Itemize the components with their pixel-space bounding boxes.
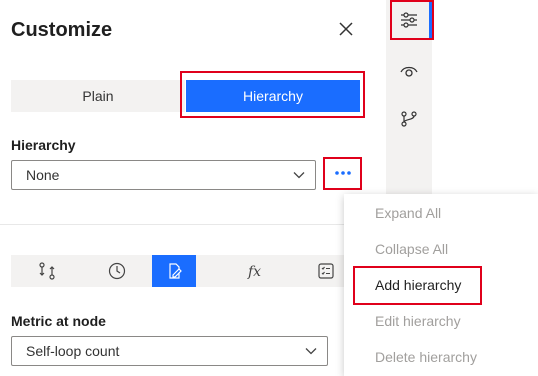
- tab-edit-document[interactable]: [152, 255, 196, 287]
- checklist-icon: [318, 263, 334, 279]
- hierarchy-label: Hierarchy: [11, 137, 76, 153]
- tab-process-swap[interactable]: [25, 255, 69, 287]
- close-icon[interactable]: [336, 19, 356, 39]
- hierarchy-select-value: None: [26, 167, 60, 183]
- menu-item-collapse-all[interactable]: Collapse All: [344, 231, 538, 267]
- tab-function[interactable]: fx: [234, 255, 278, 287]
- eye-icon: [400, 66, 418, 77]
- chevron-down-icon: [305, 348, 317, 355]
- highlight-rail-customize: [390, 0, 434, 40]
- chevron-down-icon: [293, 172, 305, 179]
- tab-checklist[interactable]: [304, 255, 348, 287]
- hierarchy-select[interactable]: None: [11, 160, 316, 190]
- metric-label: Metric at node: [11, 313, 106, 329]
- clock-icon: [108, 262, 126, 280]
- metric-select[interactable]: Self-loop count: [11, 336, 328, 366]
- plain-toggle-button[interactable]: Plain: [11, 80, 185, 112]
- edit-document-icon: [169, 263, 182, 279]
- function-fx-icon: fx: [247, 264, 261, 280]
- branch-icon: [401, 111, 417, 127]
- metric-select-value: Self-loop count: [26, 343, 120, 359]
- highlight-add-hierarchy: [353, 266, 482, 305]
- menu-item-expand-all[interactable]: Expand All: [344, 195, 538, 231]
- rail-view-button[interactable]: [386, 51, 432, 91]
- svg-text:fx: fx: [247, 264, 261, 280]
- section-divider: [0, 224, 386, 225]
- menu-item-edit-hierarchy[interactable]: Edit hierarchy: [344, 303, 538, 339]
- panel-title: Customize: [11, 19, 113, 41]
- highlight-hierarchy-toggle: [180, 71, 365, 118]
- process-swap-icon: [39, 262, 55, 280]
- tab-clock[interactable]: [95, 255, 139, 287]
- highlight-more-options: [323, 157, 362, 190]
- menu-item-delete-hierarchy[interactable]: Delete hierarchy: [344, 339, 538, 375]
- rail-branch-button[interactable]: [386, 99, 432, 139]
